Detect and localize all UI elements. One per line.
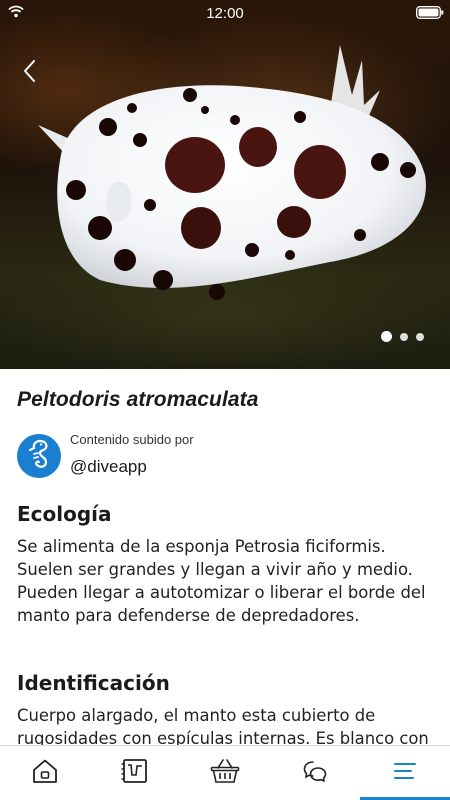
logbook-icon [121, 757, 149, 790]
tab-logbook[interactable] [90, 746, 180, 800]
tab-bar [0, 745, 450, 800]
tab-home[interactable] [0, 746, 90, 800]
section-title-ecology: Ecología [17, 502, 112, 526]
battery-icon [416, 6, 444, 23]
avatar[interactable] [17, 434, 61, 478]
back-button[interactable] [14, 58, 44, 88]
chevron-left-icon [22, 59, 36, 88]
section-text-ecology: Se alimenta de la esponja Petrosia ficif… [17, 537, 426, 625]
home-icon [32, 758, 58, 789]
section-title-identification: Identificación [17, 671, 170, 695]
carousel-dot[interactable] [381, 331, 392, 342]
seahorse-icon [26, 438, 52, 475]
menu-icon [393, 762, 417, 785]
status-time: 12:00 [206, 5, 244, 22]
species-name: Peltodoris atromaculata [17, 388, 259, 411]
carousel-dots[interactable] [381, 331, 424, 342]
uploader-label: Contenido subido por [70, 431, 194, 447]
tab-menu[interactable] [360, 746, 450, 800]
basket-icon [210, 758, 240, 789]
chat-icon [302, 759, 328, 788]
nudibranch-image [38, 45, 426, 300]
species-photo [0, 0, 450, 369]
species-detail: Peltodoris atromaculata Contenido subido… [0, 369, 450, 745]
carousel-dot[interactable] [416, 332, 424, 341]
carousel-dot[interactable] [400, 332, 408, 341]
section-text-identification: Cuerpo alargado, el manto esta cubierto … [17, 706, 429, 745]
tab-chat[interactable] [270, 746, 360, 800]
tab-shop[interactable] [180, 746, 270, 800]
uploader-info[interactable]: Contenido subido por @diveapp [17, 431, 433, 478]
status-bar: 12:00 [0, 0, 450, 26]
uploader-handle[interactable]: @diveapp [70, 457, 194, 477]
